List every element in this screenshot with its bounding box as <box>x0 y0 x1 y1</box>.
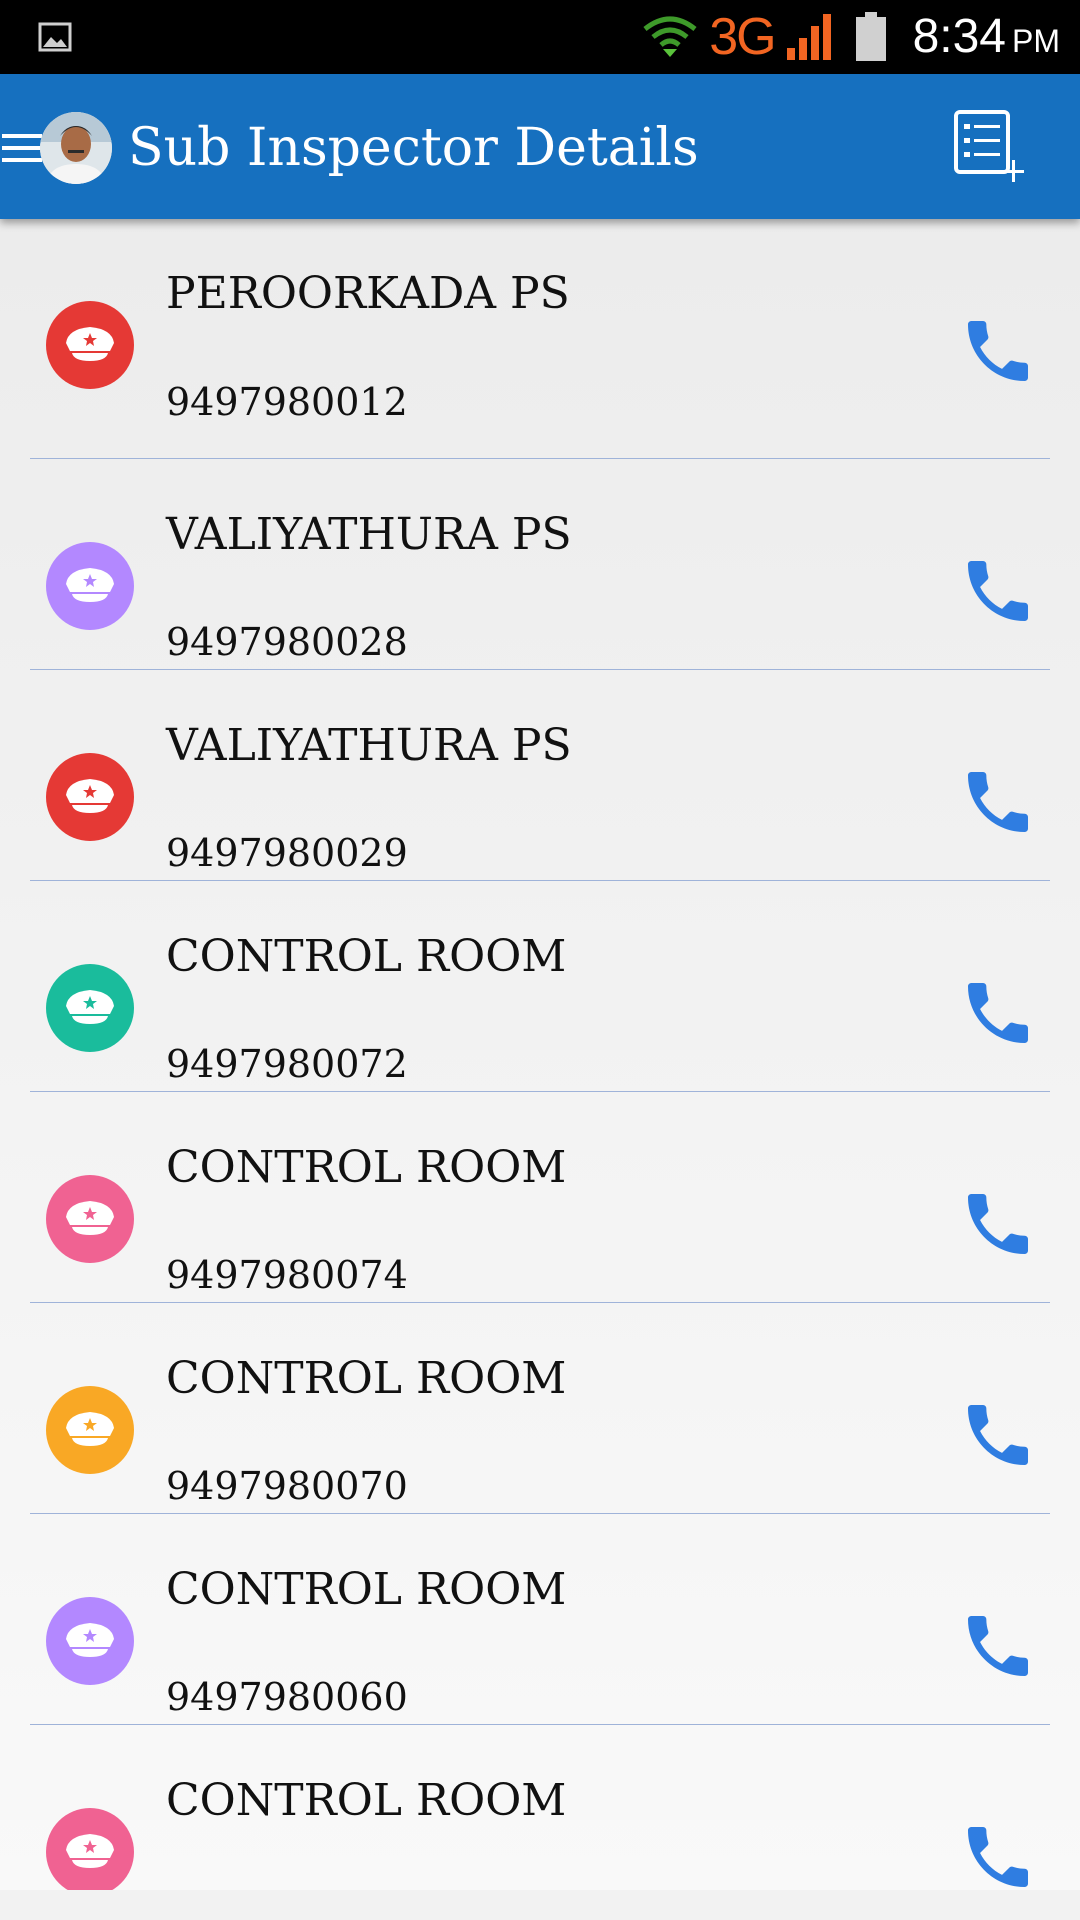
police-cap-icon <box>46 1597 134 1685</box>
phone-icon <box>968 772 1028 832</box>
phone-number: 9497980070 <box>166 1464 408 1508</box>
call-button[interactable] <box>958 1395 1038 1475</box>
phone-number: 9497980074 <box>166 1253 408 1297</box>
list-item[interactable]: VALIYATHURA PS 9497980028 <box>30 459 1050 670</box>
list-item[interactable]: VALIYATHURA PS 9497980029 <box>30 670 1050 881</box>
call-button[interactable] <box>958 762 1038 842</box>
police-cap-icon <box>46 964 134 1052</box>
page-title: Sub Inspector Details <box>128 118 699 178</box>
station-name: CONTROL ROOM <box>166 931 567 982</box>
police-cap-icon <box>46 301 134 389</box>
gallery-notification-icon <box>38 22 72 52</box>
station-name: CONTROL ROOM <box>166 1142 567 1193</box>
list-item[interactable]: PEROORKADA PS 9497980012 <box>30 219 1050 459</box>
police-cap-icon <box>46 753 134 841</box>
add-list-icon[interactable] <box>950 108 1032 190</box>
call-button[interactable] <box>958 1606 1038 1686</box>
call-button[interactable] <box>958 973 1038 1053</box>
network-type-label: 3G <box>709 8 776 66</box>
battery-icon <box>855 12 886 61</box>
list-item[interactable]: CONTROL ROOM 9497980060 <box>30 1514 1050 1725</box>
contact-list: PEROORKADA PS 9497980012 VALIYATHURA PS 949… <box>0 219 1080 1890</box>
police-cap-icon <box>46 1808 134 1890</box>
status-bar: 3G 8:34 PM <box>0 0 1080 74</box>
phone-icon <box>968 1616 1028 1676</box>
phone-number: 9497980029 <box>166 831 408 875</box>
phone-number: 9497980028 <box>166 620 408 664</box>
phone-icon <box>968 561 1028 621</box>
call-button[interactable] <box>958 1817 1038 1890</box>
station-name: VALIYATHURA PS <box>166 720 572 771</box>
avatar-image <box>40 112 112 184</box>
police-cap-icon <box>46 1175 134 1263</box>
call-button[interactable] <box>958 1184 1038 1264</box>
phone-icon <box>968 1194 1028 1254</box>
station-name: CONTROL ROOM <box>166 1775 567 1826</box>
list-item[interactable]: CONTROL ROOM 9497980069 <box>30 1725 1050 1890</box>
phone-icon <box>968 1827 1028 1887</box>
clock-ampm: PM <box>1012 23 1060 59</box>
police-cap-icon <box>46 542 134 630</box>
phone-icon <box>968 983 1028 1043</box>
station-name: CONTROL ROOM <box>166 1353 567 1404</box>
list-item[interactable]: CONTROL ROOM 9497980072 <box>30 881 1050 1092</box>
list-item[interactable]: CONTROL ROOM 9497980074 <box>30 1092 1050 1303</box>
phone-number: 9497980060 <box>166 1675 408 1719</box>
call-button[interactable] <box>958 311 1038 391</box>
clock-time: 8:34 <box>912 10 1006 63</box>
wifi-icon <box>643 16 697 57</box>
signal-strength-icon <box>786 14 831 60</box>
phone-icon <box>968 321 1028 381</box>
phone-number: 9497980069 <box>166 1886 408 1890</box>
hamburger-menu-icon[interactable] <box>2 132 42 164</box>
station-name: PEROORKADA PS <box>166 268 570 319</box>
phone-number: 9497980012 <box>166 380 408 424</box>
app-bar: Sub Inspector Details <box>0 74 1080 219</box>
station-name: VALIYATHURA PS <box>166 509 572 560</box>
clock: 8:34 PM <box>913 13 1060 61</box>
phone-number: 9497980072 <box>166 1042 408 1086</box>
station-name: CONTROL ROOM <box>166 1564 567 1615</box>
avatar[interactable] <box>40 112 112 184</box>
police-cap-icon <box>46 1386 134 1474</box>
call-button[interactable] <box>958 551 1038 631</box>
phone-icon <box>968 1405 1028 1465</box>
list-item[interactable]: CONTROL ROOM 9497980070 <box>30 1303 1050 1514</box>
